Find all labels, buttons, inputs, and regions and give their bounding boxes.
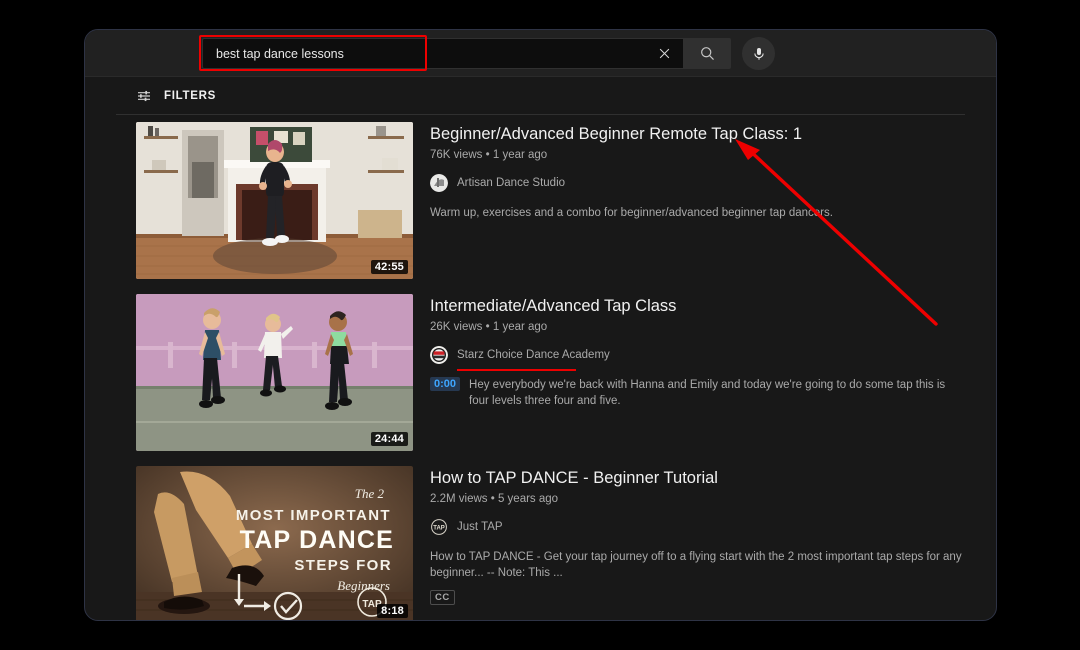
snippet-text: Hey everybody we're back with Hanna and … — [469, 379, 946, 407]
avatar-image: TAP — [430, 518, 448, 536]
upload-age: 1 year ago — [492, 321, 548, 333]
video-title[interactable]: Beginner/Advanced Beginner Remote Tap Cl… — [430, 123, 965, 145]
avatar-image — [430, 174, 448, 192]
search-icon — [700, 47, 714, 60]
channel-link[interactable]: TAP Just TAP — [430, 518, 503, 536]
video-duration: 42:55 — [370, 260, 408, 274]
view-count: 2.2M views — [430, 493, 488, 505]
filters-bar: FILTERS — [85, 77, 996, 114]
channel-name: Artisan Dance Studio — [457, 177, 566, 189]
voice-search-button[interactable] — [742, 37, 775, 70]
upload-age: 1 year ago — [492, 149, 548, 161]
video-title[interactable]: How to TAP DANCE - Beginner Tutorial — [430, 467, 965, 489]
svg-text:MOST IMPORTANT: MOST IMPORTANT — [236, 507, 391, 524]
meta-separator: • — [490, 493, 495, 505]
search-result-item[interactable]: The 2 MOST IMPORTANT TAP DANCE STEPS FOR… — [136, 466, 965, 620]
timestamp-chip[interactable]: 0:00 — [430, 377, 461, 391]
closed-caption-badge: CC — [430, 590, 455, 605]
search-results-list: 42:55 Beginner/Advanced Beginner Remote … — [85, 115, 996, 620]
video-title[interactable]: Intermediate/Advanced Tap Class — [430, 295, 965, 317]
filters-label: FILTERS — [164, 89, 216, 102]
video-info: Beginner/Advanced Beginner Remote Tap Cl… — [413, 122, 965, 279]
search-submit-button[interactable] — [683, 38, 731, 69]
channel-name: Just TAP — [457, 521, 503, 533]
view-count: 76K views — [430, 149, 483, 161]
channel-link[interactable]: Artisan Dance Studio — [430, 174, 565, 192]
video-metadata: 26K views • 1 year ago — [430, 321, 965, 333]
browser-window: best tap dance lessons FILTERS 42:55 Beg… — [84, 29, 997, 621]
video-description: How to TAP DANCE - Get your tap journey … — [430, 551, 962, 579]
search-header: best tap dance lessons — [85, 30, 996, 77]
video-info: How to TAP DANCE - Beginner Tutorial 2.2… — [413, 466, 965, 620]
upload-age: 5 years ago — [497, 493, 559, 505]
svg-text:The 2: The 2 — [355, 486, 385, 501]
video-thumbnail[interactable]: The 2 MOST IMPORTANT TAP DANCE STEPS FOR… — [136, 466, 413, 620]
thumbnail-image-1 — [136, 122, 413, 279]
meta-separator: • — [485, 149, 490, 161]
channel-name: Starz Choice Dance Academy — [457, 349, 610, 361]
thumbnail-image-2 — [136, 294, 413, 451]
close-icon[interactable] — [653, 43, 675, 65]
channel-annotation-underline — [457, 368, 576, 371]
video-info: Intermediate/Advanced Tap Class 26K view… — [413, 294, 965, 451]
search-result-item[interactable]: 24:44 Intermediate/Advanced Tap Class 26… — [136, 294, 965, 451]
video-metadata: 2.2M views • 5 years ago — [430, 493, 965, 505]
video-snippet: 0:00 Hey everybody we're back with Hanna… — [430, 377, 965, 409]
meta-separator: • — [485, 321, 490, 333]
view-count: 26K views — [430, 321, 483, 333]
svg-text:TAP: TAP — [433, 525, 445, 531]
video-description: Warm up, exercises and a combo for begin… — [430, 207, 833, 219]
search-bar: best tap dance lessons — [202, 38, 731, 69]
tune-icon — [138, 90, 150, 101]
video-duration: 24:44 — [370, 432, 408, 446]
filters-button[interactable]: FILTERS — [136, 88, 216, 104]
svg-text:TAP DANCE: TAP DANCE — [240, 526, 394, 554]
video-metadata: 76K views • 1 year ago — [430, 149, 965, 161]
thumbnail-image-3: The 2 MOST IMPORTANT TAP DANCE STEPS FOR… — [136, 466, 413, 620]
video-thumbnail[interactable]: 24:44 — [136, 294, 413, 451]
avatar-image — [430, 346, 448, 364]
channel-avatar — [430, 346, 448, 364]
search-input[interactable]: best tap dance lessons — [202, 38, 683, 69]
video-duration: 8:18 — [377, 604, 408, 618]
channel-avatar — [430, 174, 448, 192]
channel-link[interactable]: Starz Choice Dance Academy — [430, 346, 610, 371]
search-result-item[interactable]: 42:55 Beginner/Advanced Beginner Remote … — [136, 122, 965, 279]
video-thumbnail[interactable]: 42:55 — [136, 122, 413, 279]
channel-avatar: TAP — [430, 518, 448, 536]
microphone-icon — [753, 47, 764, 60]
svg-text:STEPS FOR: STEPS FOR — [294, 557, 392, 574]
search-query-text: best tap dance lessons — [216, 46, 344, 61]
